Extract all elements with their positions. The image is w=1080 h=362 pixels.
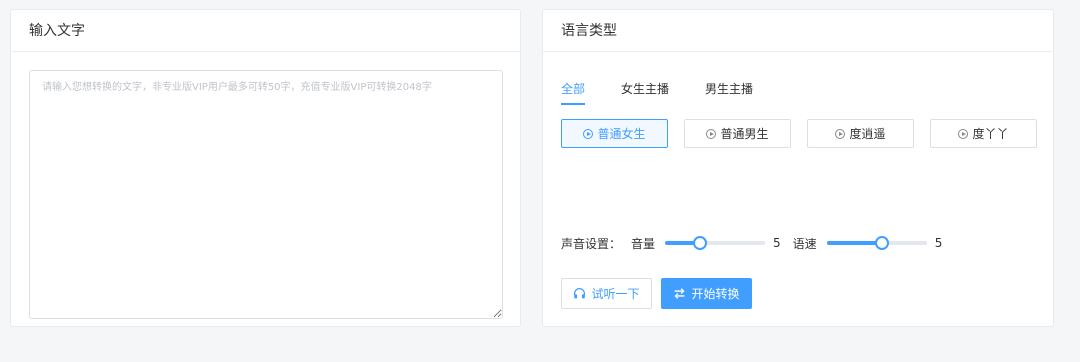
text-input[interactable]: [29, 70, 503, 319]
headphones-icon: [573, 287, 586, 300]
volume-label: 音量: [631, 236, 656, 251]
tab-male-anchor[interactable]: 男生主播: [705, 80, 753, 105]
voice-option-normal-female[interactable]: 普通女生: [561, 119, 668, 148]
tab-female-anchor[interactable]: 女生主播: [621, 80, 669, 105]
voice-option-label: 普通男生: [720, 127, 769, 141]
swap-arrows-icon: [673, 287, 686, 300]
text-input-wrapper: [29, 70, 503, 319]
speed-slider-thumb[interactable]: [874, 236, 889, 250]
volume-slider-thumb[interactable]: [693, 236, 708, 250]
sound-settings-label: 声音设置：: [561, 236, 622, 251]
input-text-panel: 输入文字: [10, 9, 521, 327]
input-panel-title: 输入文字: [11, 10, 520, 52]
voice-option-duyaya[interactable]: 度丫丫: [930, 119, 1037, 148]
volume-value: 5: [773, 236, 781, 250]
play-circle-icon: [583, 128, 594, 139]
voice-option-duxiaoyao[interactable]: 度逍遥: [807, 119, 914, 148]
start-convert-label: 开始转换: [691, 287, 740, 301]
start-convert-button[interactable]: 开始转换: [661, 278, 752, 309]
voice-panel-title: 语言类型: [543, 10, 1053, 52]
preview-listen-button[interactable]: 试听一下: [561, 278, 652, 309]
play-circle-icon: [958, 128, 969, 139]
tab-all[interactable]: 全部: [561, 80, 586, 105]
play-circle-icon: [706, 128, 717, 139]
play-circle-icon: [835, 128, 846, 139]
sound-settings-row: 声音设置： 音量 5 语速 5: [561, 234, 954, 252]
voice-type-panel: 语言类型 全部 女生主播 男生主播 普通女生 普通男生 度逍遥 度丫丫 声音设置…: [542, 9, 1054, 327]
voice-option-normal-male[interactable]: 普通男生: [684, 119, 791, 148]
speed-label: 语速: [792, 236, 817, 251]
voice-options: 普通女生 普通男生 度逍遥 度丫丫: [561, 119, 1037, 148]
speed-value: 5: [934, 236, 943, 250]
voice-tabs: 全部 女生主播 男生主播: [561, 80, 753, 105]
preview-listen-label: 试听一下: [591, 287, 640, 301]
voice-option-label: 度丫丫: [972, 127, 1009, 141]
voice-option-label: 普通女生: [597, 127, 646, 141]
voice-option-label: 度逍遥: [849, 127, 886, 141]
speed-slider[interactable]: [826, 234, 927, 252]
speed-slider-fill: [826, 241, 882, 245]
volume-slider[interactable]: [665, 234, 766, 252]
action-buttons: 试听一下 开始转换: [561, 278, 752, 309]
